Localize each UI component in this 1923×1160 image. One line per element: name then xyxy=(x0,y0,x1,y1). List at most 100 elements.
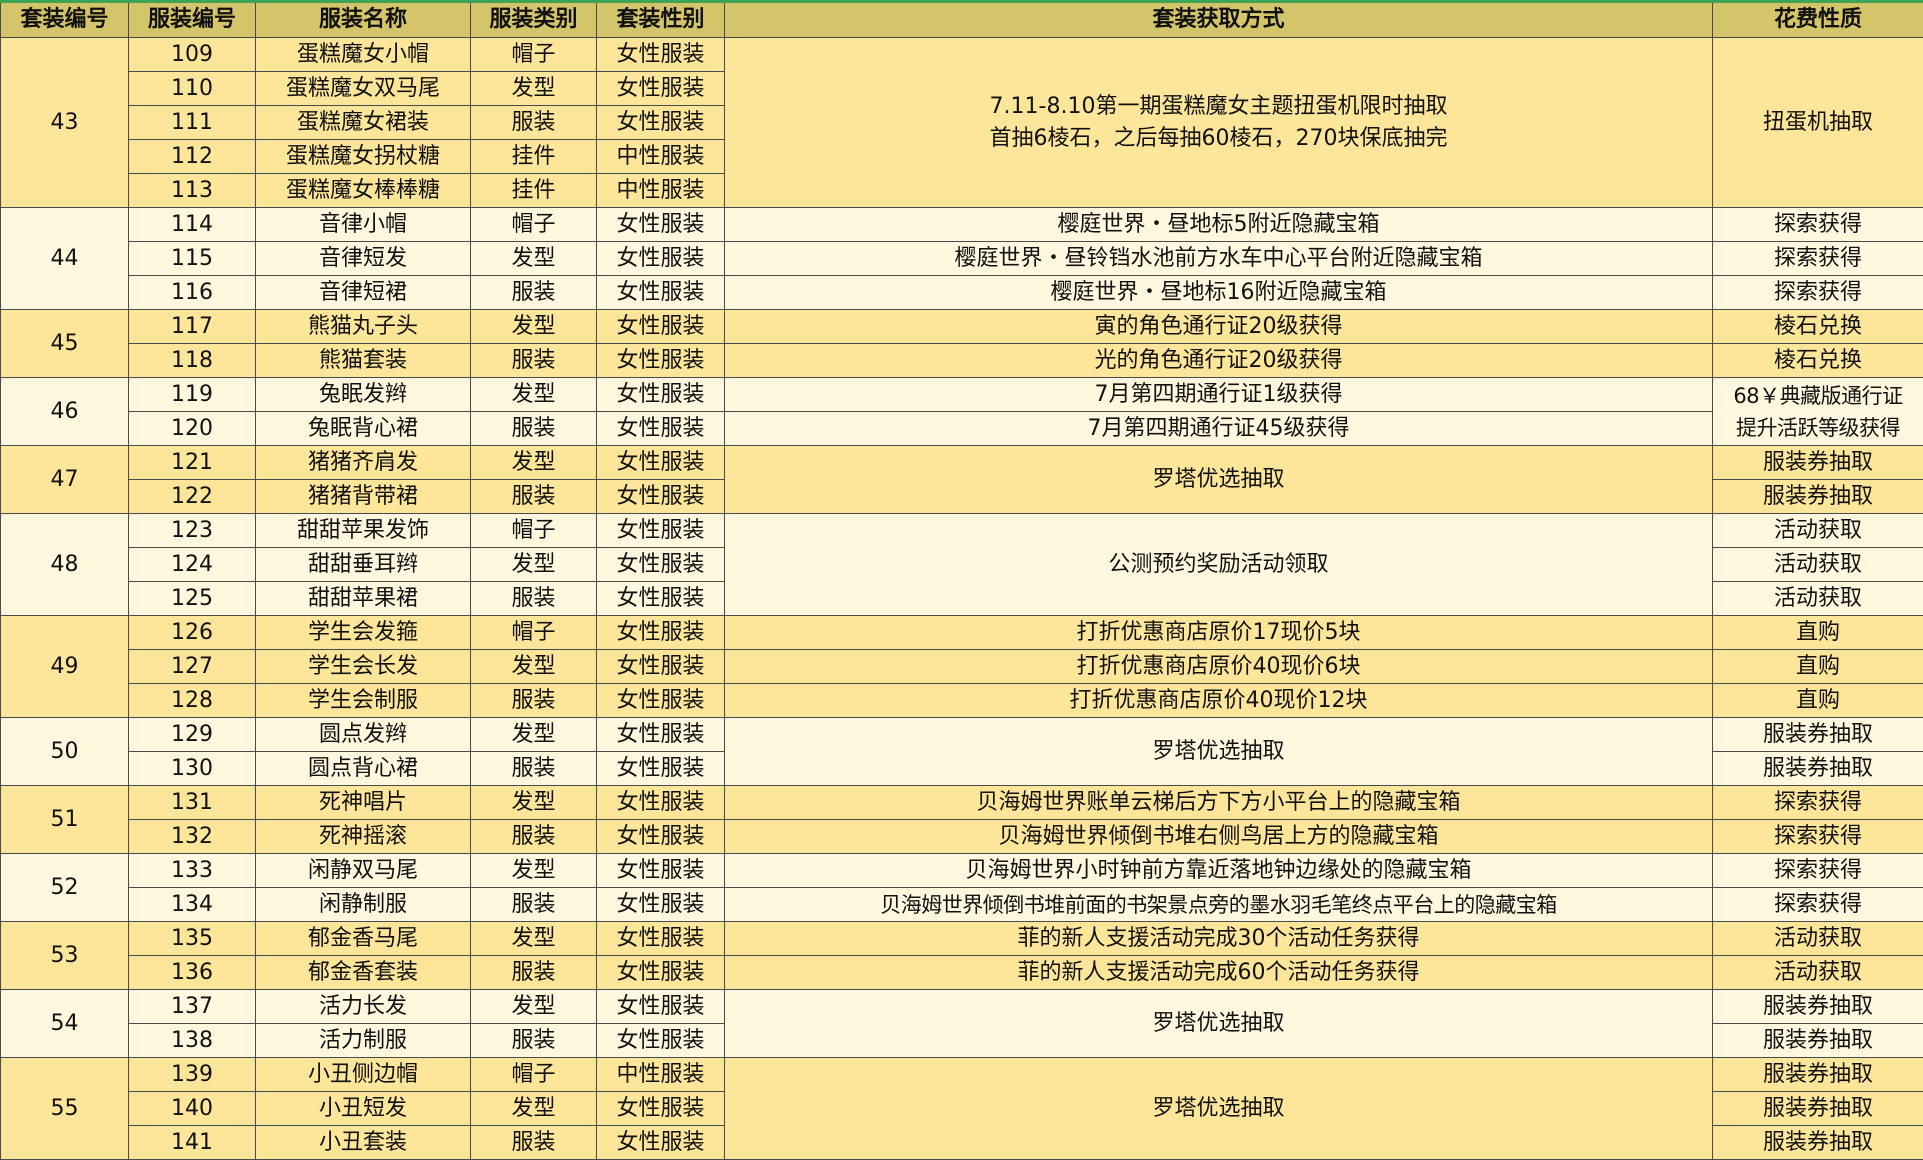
item-name-cell: 郁金香马尾 xyxy=(256,922,471,956)
item-name-cell: 甜甜苹果发饰 xyxy=(256,514,471,548)
method-cell: 贝海姆世界倾倒书堆右侧鸟居上方的隐藏宝箱 xyxy=(725,820,1713,854)
method-cell: 公测预约奖励活动领取 xyxy=(725,514,1713,616)
item-name-cell: 猪猪背带裙 xyxy=(256,480,471,514)
item-no-cell: 125 xyxy=(129,582,256,616)
gender-cell: 女性服装 xyxy=(597,310,725,344)
header-row: 套装编号 服装编号 服装名称 服装类别 套装性别 套装获取方式 花费性质 xyxy=(1,2,1923,38)
gender-cell: 女性服装 xyxy=(597,514,725,548)
item-name-cell: 蛋糕魔女双马尾 xyxy=(256,72,471,106)
gender-cell: 女性服装 xyxy=(597,582,725,616)
category-cell: 发型 xyxy=(471,242,597,276)
table-row: 47 121 猪猪齐肩发 发型 女性服装 罗塔优选抽取 服装券抽取 xyxy=(1,446,1923,480)
item-no-cell: 124 xyxy=(129,548,256,582)
table-row: 46 119 兔眠发辫 发型 女性服装 7月第四期通行证1级获得 68￥典藏版通… xyxy=(1,378,1923,412)
gender-cell: 女性服装 xyxy=(597,1092,725,1126)
gender-cell: 女性服装 xyxy=(597,378,725,412)
item-no-cell: 114 xyxy=(129,208,256,242)
cost-cell: 直购 xyxy=(1713,616,1923,650)
gender-cell: 女性服装 xyxy=(597,990,725,1024)
item-name-cell: 死神摇滚 xyxy=(256,820,471,854)
item-name-cell: 闲静制服 xyxy=(256,888,471,922)
method-cell: 打折优惠商店原价40现价6块 xyxy=(725,650,1713,684)
category-cell: 服装 xyxy=(471,820,597,854)
category-cell: 发型 xyxy=(471,990,597,1024)
method-cell: 菲的新人支援活动完成60个活动任务获得 xyxy=(725,956,1713,990)
item-no-cell: 112 xyxy=(129,140,256,174)
cost-cell: 棱石兑换 xyxy=(1713,310,1923,344)
gender-cell: 女性服装 xyxy=(597,616,725,650)
method-cell: 光的角色通行证20级获得 xyxy=(725,344,1713,378)
method-cell: 打折优惠商店原价40现价12块 xyxy=(725,684,1713,718)
suit-id-cell: 51 xyxy=(1,786,129,854)
item-name-cell: 学生会制服 xyxy=(256,684,471,718)
cost-cell: 探索获得 xyxy=(1713,854,1923,888)
item-name-cell: 熊猫套装 xyxy=(256,344,471,378)
item-name-cell: 学生会发箍 xyxy=(256,616,471,650)
item-name-cell: 蛋糕魔女小帽 xyxy=(256,38,471,72)
item-no-cell: 133 xyxy=(129,854,256,888)
category-cell: 挂件 xyxy=(471,174,597,208)
header-method: 套装获取方式 xyxy=(725,2,1713,38)
cost-cell: 活动获取 xyxy=(1713,514,1923,548)
item-no-cell: 113 xyxy=(129,174,256,208)
suit-id-cell: 46 xyxy=(1,378,129,446)
item-name-cell: 蛋糕魔女裙装 xyxy=(256,106,471,140)
category-cell: 帽子 xyxy=(471,514,597,548)
category-cell: 发型 xyxy=(471,310,597,344)
cost-cell: 服装券抽取 xyxy=(1713,1092,1923,1126)
gender-cell: 女性服装 xyxy=(597,548,725,582)
category-cell: 帽子 xyxy=(471,616,597,650)
item-no-cell: 128 xyxy=(129,684,256,718)
gender-cell: 女性服装 xyxy=(597,106,725,140)
table-row: 48 123 甜甜苹果发饰 帽子 女性服装 公测预约奖励活动领取 活动获取 xyxy=(1,514,1923,548)
table-row: 116 音律短裙 服装 女性服装 樱庭世界・昼地标16附近隐藏宝箱 探索获得 xyxy=(1,276,1923,310)
cost-cell: 探索获得 xyxy=(1713,786,1923,820)
category-cell: 服装 xyxy=(471,752,597,786)
item-no-cell: 139 xyxy=(129,1058,256,1092)
gender-cell: 中性服装 xyxy=(597,1058,725,1092)
gender-cell: 女性服装 xyxy=(597,38,725,72)
category-cell: 帽子 xyxy=(471,1058,597,1092)
method-cell: 7月第四期通行证1级获得 xyxy=(725,378,1713,412)
method-cell: 寅的角色通行证20级获得 xyxy=(725,310,1713,344)
table-row: 43 109 蛋糕魔女小帽 帽子 女性服装 7.11-8.10第一期蛋糕魔女主题… xyxy=(1,38,1923,72)
gender-cell: 女性服装 xyxy=(597,650,725,684)
suit-id-cell: 52 xyxy=(1,854,129,922)
table-row: 45 117 熊猫丸子头 发型 女性服装 寅的角色通行证20级获得 棱石兑换 xyxy=(1,310,1923,344)
item-name-cell: 活力长发 xyxy=(256,990,471,1024)
cost-cell: 服装券抽取 xyxy=(1713,446,1923,480)
item-no-cell: 130 xyxy=(129,752,256,786)
item-no-cell: 136 xyxy=(129,956,256,990)
item-no-cell: 121 xyxy=(129,446,256,480)
gender-cell: 女性服装 xyxy=(597,820,725,854)
item-no-cell: 120 xyxy=(129,412,256,446)
item-name-cell: 小丑侧边帽 xyxy=(256,1058,471,1092)
method-cell: 罗塔优选抽取 xyxy=(725,990,1713,1058)
item-name-cell: 死神唱片 xyxy=(256,786,471,820)
table-row: 44 114 音律小帽 帽子 女性服装 樱庭世界・昼地标5附近隐藏宝箱 探索获得 xyxy=(1,208,1923,242)
item-name-cell: 圆点背心裙 xyxy=(256,752,471,786)
gender-cell: 女性服装 xyxy=(597,344,725,378)
gender-cell: 女性服装 xyxy=(597,752,725,786)
gender-cell: 女性服装 xyxy=(597,446,725,480)
method-cell: 樱庭世界・昼铃铛水池前方水车中心平台附近隐藏宝箱 xyxy=(725,242,1713,276)
method-cell: 罗塔优选抽取 xyxy=(725,1058,1713,1160)
method-cell: 贝海姆世界小时钟前方靠近落地钟边缘处的隐藏宝箱 xyxy=(725,854,1713,888)
gender-cell: 女性服装 xyxy=(597,786,725,820)
table-row: 128 学生会制服 服装 女性服装 打折优惠商店原价40现价12块 直购 xyxy=(1,684,1923,718)
item-name-cell: 音律短发 xyxy=(256,242,471,276)
method-cell: 罗塔优选抽取 xyxy=(725,446,1713,514)
item-no-cell: 129 xyxy=(129,718,256,752)
table-row: 55 139 小丑侧边帽 帽子 中性服装 罗塔优选抽取 服装券抽取 xyxy=(1,1058,1923,1092)
gender-cell: 女性服装 xyxy=(597,922,725,956)
suit-id-cell: 48 xyxy=(1,514,129,616)
method-cell: 樱庭世界・昼地标5附近隐藏宝箱 xyxy=(725,208,1713,242)
category-cell: 发型 xyxy=(471,854,597,888)
table-row: 53 135 郁金香马尾 发型 女性服装 菲的新人支援活动完成30个活动任务获得… xyxy=(1,922,1923,956)
category-cell: 挂件 xyxy=(471,140,597,174)
category-cell: 服装 xyxy=(471,1126,597,1160)
cost-cell: 探索获得 xyxy=(1713,208,1923,242)
category-cell: 服装 xyxy=(471,480,597,514)
header-item-no: 服装编号 xyxy=(129,2,256,38)
item-no-cell: 110 xyxy=(129,72,256,106)
